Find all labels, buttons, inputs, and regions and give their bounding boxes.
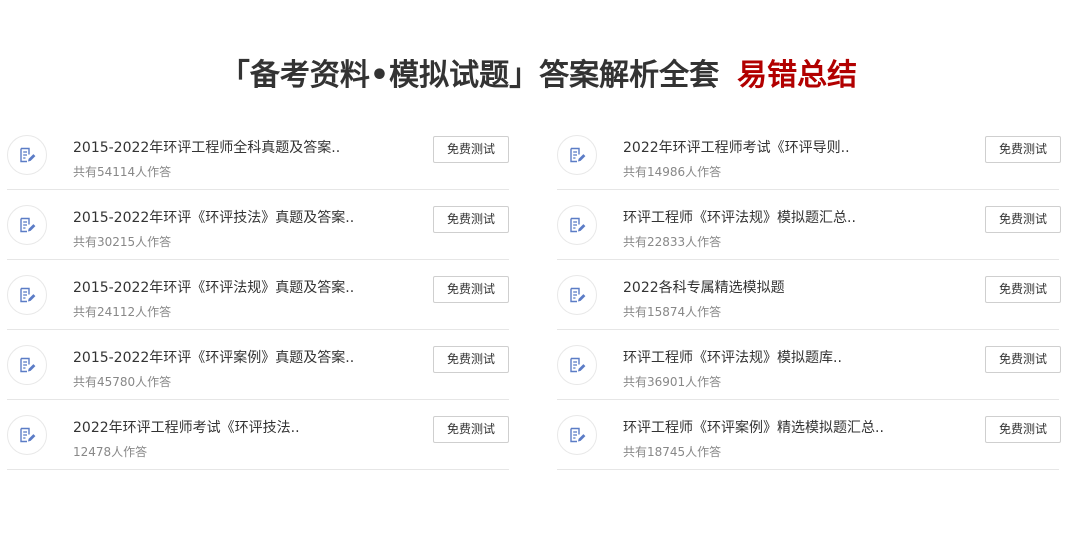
item-count: 共有14986人作答	[623, 165, 722, 179]
doc-edit-icon	[557, 275, 597, 315]
item-name[interactable]: 环评工程师《环评案例》精选模拟题汇总..	[623, 417, 884, 437]
page-title: 「备考资料•模拟试题」答案解析全套 易错总结	[0, 50, 1077, 94]
doc-edit-icon	[557, 345, 597, 385]
free-test-button[interactable]: 免费测试	[985, 416, 1061, 443]
free-test-button[interactable]: 免费测试	[985, 346, 1061, 373]
item-count: 共有54114人作答	[73, 165, 172, 179]
list-item: 2015-2022年环评《环评法规》真题及答案.. 共有24112人作答 免费测…	[7, 260, 509, 330]
item-name[interactable]: 2022年环评工程师考试《环评导则..	[623, 137, 850, 157]
free-test-button[interactable]: 免费测试	[433, 206, 509, 233]
list-item: 2022年环评工程师考试《环评导则.. 共有14986人作答 免费测试	[557, 120, 1061, 190]
item-count: 共有24112人作答	[73, 305, 172, 319]
item-count: 共有22833人作答	[623, 235, 722, 249]
item-count: 共有45780人作答	[73, 375, 172, 389]
item-name[interactable]: 2015-2022年环评《环评案例》真题及答案..	[73, 347, 354, 367]
doc-edit-icon	[7, 275, 47, 315]
title-main: 「备考资料•模拟试题」答案解析全套	[219, 58, 720, 93]
item-name[interactable]: 2015-2022年环评工程师全科真题及答案..	[73, 137, 340, 157]
free-test-button[interactable]: 免费测试	[433, 416, 509, 443]
item-name[interactable]: 2022各科专属精选模拟题	[623, 277, 785, 297]
item-name[interactable]: 2015-2022年环评《环评技法》真题及答案..	[73, 207, 354, 227]
doc-edit-icon	[557, 205, 597, 245]
item-count: 12478人作答	[73, 445, 148, 459]
list-item: 2022年环评工程师考试《环评技法.. 12478人作答 免费测试	[7, 400, 509, 470]
item-count: 共有15874人作答	[623, 305, 722, 319]
free-test-button[interactable]: 免费测试	[985, 206, 1061, 233]
list-item: 2015-2022年环评《环评技法》真题及答案.. 共有30215人作答 免费测…	[7, 190, 509, 260]
free-test-button[interactable]: 免费测试	[433, 276, 509, 303]
item-count: 共有18745人作答	[623, 445, 722, 459]
doc-edit-icon	[557, 415, 597, 455]
item-count: 共有30215人作答	[73, 235, 172, 249]
doc-edit-icon	[7, 205, 47, 245]
free-test-button[interactable]: 免费测试	[433, 346, 509, 373]
list-item: 2015-2022年环评《环评案例》真题及答案.. 共有45780人作答 免费测…	[7, 330, 509, 400]
list-item: 2015-2022年环评工程师全科真题及答案.. 共有54114人作答 免费测试	[7, 120, 509, 190]
doc-edit-icon	[7, 135, 47, 175]
free-test-button[interactable]: 免费测试	[985, 136, 1061, 163]
title-accent: 易错总结	[737, 58, 858, 93]
doc-edit-icon	[7, 345, 47, 385]
list-item: 2022各科专属精选模拟题 共有15874人作答 免费测试	[557, 260, 1061, 330]
item-name[interactable]: 环评工程师《环评法规》模拟题汇总..	[623, 207, 856, 227]
doc-edit-icon	[7, 415, 47, 455]
list-item: 环评工程师《环评法规》模拟题库.. 共有36901人作答 免费测试	[557, 330, 1061, 400]
item-name[interactable]: 2022年环评工程师考试《环评技法..	[73, 417, 300, 437]
exam-list-left: 2015-2022年环评工程师全科真题及答案.. 共有54114人作答 免费测试…	[7, 120, 509, 470]
list-item: 环评工程师《环评案例》精选模拟题汇总.. 共有18745人作答 免费测试	[557, 400, 1061, 470]
free-test-button[interactable]: 免费测试	[433, 136, 509, 163]
item-name[interactable]: 2015-2022年环评《环评法规》真题及答案..	[73, 277, 354, 297]
free-test-button[interactable]: 免费测试	[985, 276, 1061, 303]
doc-edit-icon	[557, 135, 597, 175]
list-item: 环评工程师《环评法规》模拟题汇总.. 共有22833人作答 免费测试	[557, 190, 1061, 260]
item-name[interactable]: 环评工程师《环评法规》模拟题库..	[623, 347, 842, 367]
item-count: 共有36901人作答	[623, 375, 722, 389]
exam-list-right: 2022年环评工程师考试《环评导则.. 共有14986人作答 免费测试 环评工程…	[557, 120, 1061, 470]
